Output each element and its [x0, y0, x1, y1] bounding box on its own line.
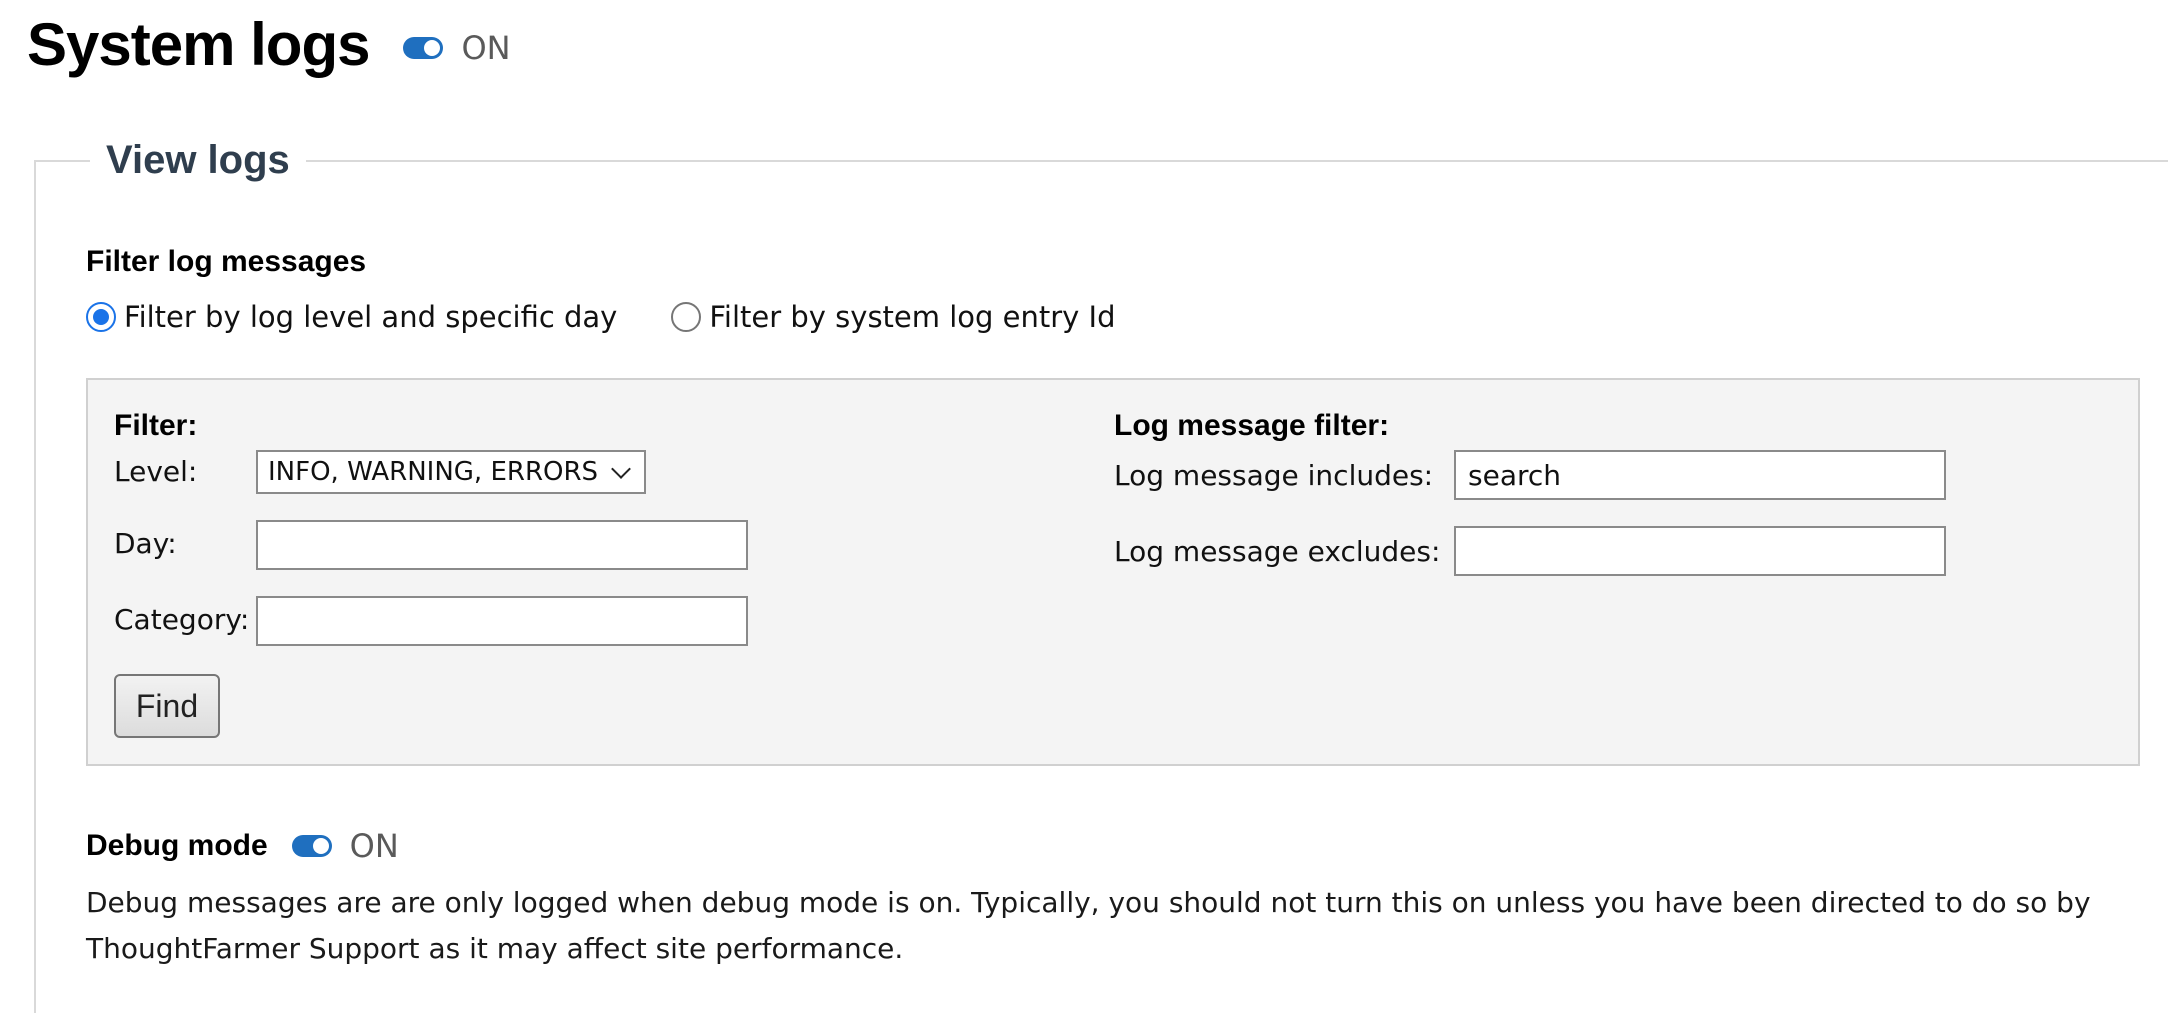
category-input[interactable]	[256, 596, 748, 646]
radio-level-day[interactable]	[86, 302, 116, 332]
radio-level-day-label[interactable]: Filter by log level and specific day	[124, 300, 617, 334]
system-logs-toggle[interactable]	[403, 37, 444, 59]
radio-option-level-day[interactable]: Filter by log level and specific day	[86, 300, 617, 334]
log-message-includes-label: Log message includes:	[1114, 459, 1434, 492]
log-message-filter-heading: Log message filter:	[1114, 409, 1390, 442]
log-message-includes-input[interactable]	[1454, 450, 1946, 500]
toggle-knob-icon	[424, 40, 441, 56]
filter-mode-radio-group: Filter by log level and specific day Fil…	[86, 292, 1116, 342]
day-input[interactable]	[256, 520, 748, 570]
radio-entry-id[interactable]	[671, 302, 702, 332]
chevron-down-icon	[611, 459, 631, 479]
radio-option-entry-id[interactable]: Filter by system log entry Id	[671, 300, 1116, 334]
toggle-knob-icon	[312, 838, 329, 854]
filter-heading: Filter:	[114, 409, 198, 442]
filter-log-messages-heading: Filter log messages	[86, 245, 367, 278]
log-message-excludes-input[interactable]	[1454, 526, 1946, 576]
debug-mode-toggle[interactable]	[291, 835, 332, 857]
view-logs-frame-left	[34, 160, 36, 1013]
page-title: System logs	[27, 11, 370, 78]
debug-mode-row: Debug mode ON	[86, 824, 399, 868]
day-label: Day:	[114, 527, 177, 560]
level-select[interactable]: INFO, WARNING, ERRORS	[256, 450, 646, 494]
debug-mode-label: Debug mode	[86, 829, 268, 862]
level-label: Level:	[114, 455, 198, 488]
filter-panel: Filter: Level: INFO, WARNING, ERRORS Day…	[86, 378, 2140, 766]
page-header: System logs ON	[27, 10, 511, 80]
level-select-value: INFO, WARNING, ERRORS	[268, 457, 599, 487]
log-message-excludes-label: Log message excludes:	[1114, 535, 1441, 568]
debug-mode-description: Debug messages are are only logged when …	[86, 886, 2091, 965]
view-logs-legend: View logs	[90, 132, 306, 188]
find-button[interactable]: Find	[114, 674, 220, 738]
category-label: Category:	[114, 603, 250, 636]
debug-mode-toggle-state: ON	[349, 827, 399, 865]
system-logs-toggle-state: ON	[461, 29, 511, 67]
view-logs-frame-top	[34, 160, 2168, 162]
radio-entry-id-label[interactable]: Filter by system log entry Id	[709, 300, 1115, 334]
